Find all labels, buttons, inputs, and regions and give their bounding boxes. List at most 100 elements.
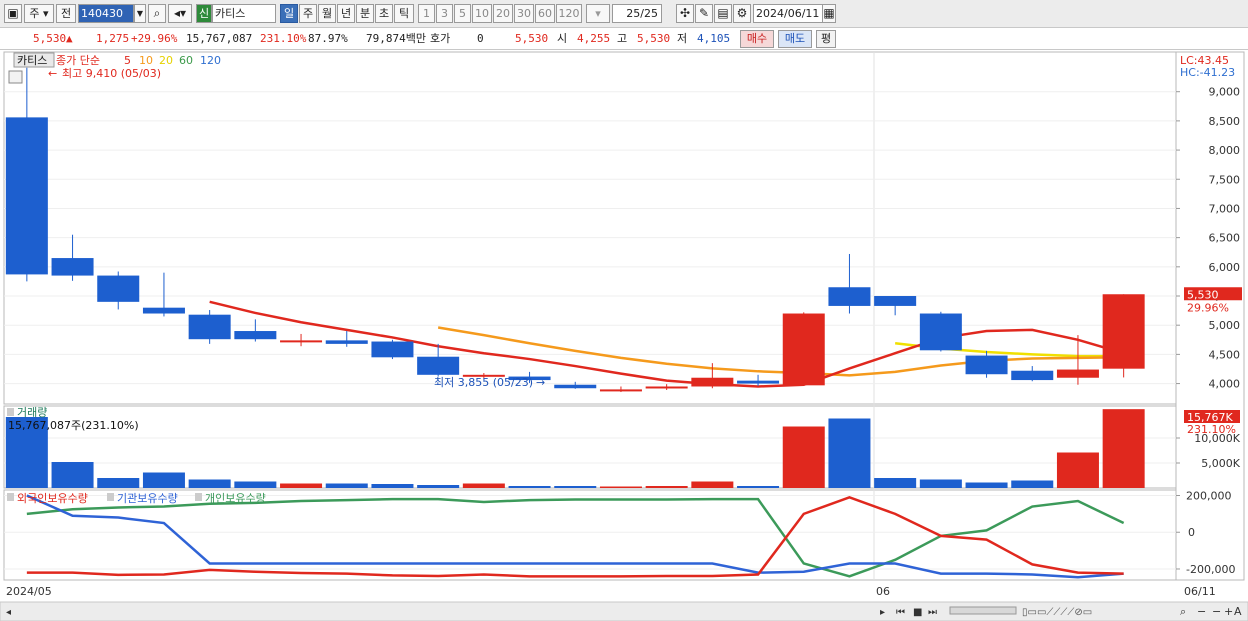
current-price: 5,530: [33, 32, 67, 45]
open-label: 시: [557, 32, 568, 45]
volume-title: 거래량: [17, 406, 47, 419]
volume-ratio: 231.10%: [260, 32, 307, 45]
minute-20[interactable]: 20: [493, 4, 513, 23]
volume-box-icon: [7, 408, 14, 416]
candle-body: [874, 296, 917, 306]
legend-ma20: 20: [159, 54, 173, 67]
tools-icon[interactable]: ✣: [676, 4, 694, 23]
hoga-value: 0: [477, 32, 484, 45]
stock-code-input[interactable]: 140430: [78, 4, 134, 23]
minus-icon[interactable]: −: [1212, 605, 1221, 618]
minute-30[interactable]: 30: [514, 4, 534, 23]
save-icon[interactable]: ▤: [714, 4, 732, 23]
font-size-icon[interactable]: A: [1234, 605, 1242, 618]
scroll-right-icon[interactable]: ▸: [880, 607, 885, 618]
search-icon[interactable]: ⌕: [148, 4, 166, 23]
draw-icon[interactable]: ✎: [695, 4, 713, 23]
minute-1[interactable]: 1: [418, 4, 435, 23]
price-tick-label: 7,500: [1209, 173, 1241, 186]
date-field[interactable]: 2024/06/11: [753, 4, 823, 23]
zoom-out-icon[interactable]: −: [1197, 605, 1206, 618]
volume-bar: [97, 478, 140, 488]
price-tick-label: 5,000: [1209, 319, 1241, 332]
holdings-tick-label: 200,000: [1186, 490, 1232, 503]
volume-bar: [645, 486, 688, 488]
legend-ma120: 120: [200, 54, 221, 67]
candle-body: [97, 275, 140, 302]
legend-ma5: 5: [124, 54, 131, 67]
date-end-label: 06/11: [1184, 585, 1216, 598]
highest-arrow-icon: ←: [48, 67, 57, 80]
last-price-pct: 29.96%: [1187, 301, 1229, 314]
data-count-field[interactable]: 25/25: [612, 4, 662, 23]
new-badge: 신: [196, 4, 212, 23]
stock-name-field[interactable]: 카티스: [212, 4, 276, 23]
volume-bar: [874, 478, 917, 488]
volume-value: 15,767,087: [186, 32, 253, 45]
minute-3[interactable]: 3: [436, 4, 453, 23]
candle-body: [782, 313, 825, 386]
volume-bar: [371, 484, 414, 488]
candle-body: [142, 307, 185, 314]
rewind-icon[interactable]: ⏮: [896, 607, 905, 618]
zoom-in-icon[interactable]: +: [1224, 605, 1233, 618]
minute-60[interactable]: 60: [535, 4, 555, 23]
holdings-tick-label: -200,000: [1186, 563, 1235, 576]
scroll-left-icon[interactable]: ◂: [6, 607, 11, 618]
candle-body: [737, 380, 780, 384]
volume-bar: [188, 479, 231, 488]
calculator-icon[interactable]: [8, 70, 23, 84]
institution-box-icon: [107, 493, 114, 501]
minute-120[interactable]: 120: [556, 4, 582, 23]
price-tick-label: 7,000: [1209, 202, 1241, 215]
zoom-icon[interactable]: ⌕: [1180, 605, 1186, 618]
price-tick-label: 6,500: [1209, 232, 1241, 245]
stop-icon[interactable]: ■: [913, 607, 922, 618]
volume-tick-label: 5,000K: [1201, 457, 1240, 470]
volume-bar: [737, 486, 780, 488]
code-dropdown-icon[interactable]: ▼: [134, 4, 146, 23]
candle-body: [965, 355, 1008, 375]
volume-text: 15,767,087주(231.10%): [8, 419, 139, 432]
candle-body: [828, 287, 871, 306]
period-day[interactable]: 일: [280, 4, 298, 23]
prefix-button[interactable]: 전: [56, 4, 76, 23]
price-tick-label: 8,000: [1209, 144, 1241, 157]
drawing-tools-icons[interactable]: ▯▭▭⟋⟋⟋⟋⊘▭: [1022, 607, 1092, 618]
period-tick[interactable]: 틱: [394, 4, 414, 23]
layout-icon[interactable]: ▣: [4, 4, 22, 23]
candle-body: [325, 340, 368, 344]
evaluate-button[interactable]: 평: [816, 30, 836, 48]
period-year[interactable]: 년: [337, 4, 355, 23]
period-minute[interactable]: 분: [356, 4, 374, 23]
buy-button[interactable]: 매수: [740, 30, 774, 48]
open-price: 4,255: [577, 32, 611, 45]
forward-icon[interactable]: ⏭: [928, 607, 937, 618]
holdings-tick-label: 0: [1188, 526, 1195, 539]
stock-chart[interactable]: 9,0008,5008,0007,5007,0006,5006,0005,500…: [0, 50, 1248, 621]
price-tick-label: 4,000: [1209, 378, 1241, 391]
candle-body: [371, 341, 414, 358]
calendar-icon[interactable]: ▦: [822, 4, 836, 23]
candle-body: [691, 377, 734, 387]
volume-bar: [51, 462, 94, 488]
top-toolbar: ▣ 주 ▾ 전 140430 ▼ ⌕ ◂▾ 신 카티스 일 주 월 년 분 초 …: [0, 0, 1248, 28]
period-second[interactable]: 초: [375, 4, 393, 23]
zoom-slider[interactable]: [949, 606, 1017, 615]
period-week[interactable]: 주: [299, 4, 317, 23]
minute-5[interactable]: 5: [454, 4, 471, 23]
gear-icon[interactable]: ⚙: [733, 4, 751, 23]
volume-bar: [234, 481, 277, 488]
candle-body: [645, 386, 688, 389]
volume-bar: [965, 482, 1008, 488]
period-month[interactable]: 월: [318, 4, 336, 23]
market-select[interactable]: 주 ▾: [24, 4, 54, 23]
candle-body: [554, 384, 597, 389]
volume-bar: [1102, 409, 1145, 488]
minute-10[interactable]: 10: [472, 4, 492, 23]
candle-body: [280, 340, 323, 343]
custom-period-dropdown[interactable]: ▾: [586, 4, 610, 23]
sell-button[interactable]: 매도: [778, 30, 812, 48]
price-tick-label: 6,000: [1209, 261, 1241, 274]
speaker-icon[interactable]: ◂▾: [168, 4, 192, 23]
